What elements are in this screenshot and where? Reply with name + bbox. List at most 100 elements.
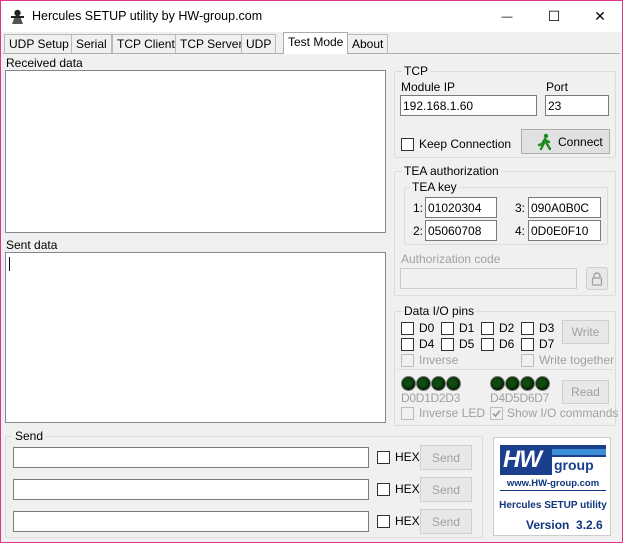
tea-group-title: TEA authorization: [402, 164, 501, 178]
pin-d0-label: D0: [419, 321, 435, 335]
sent-data-label: Sent data: [6, 238, 58, 252]
send-group-title: Send: [13, 429, 46, 443]
logo-product: Hercules SETUP utility: [499, 500, 607, 511]
keep-connection-label: Keep Connection: [419, 137, 512, 151]
close-icon: ✕: [594, 8, 606, 24]
module-ip-input[interactable]: 192.168.1.60: [400, 95, 537, 116]
hex-checkbox-2[interactable]: [377, 483, 390, 496]
led-d5: [505, 376, 520, 391]
tab-tcp-server[interactable]: TCP Server: [175, 34, 248, 53]
pin-d4-checkbox[interactable]: [401, 338, 414, 351]
pin-d3-label: D3: [539, 321, 555, 335]
hw-group-logo: HW group: [500, 445, 606, 475]
led-labels-d0-d3: D0D1D2D3: [401, 391, 460, 405]
tab-about[interactable]: About: [347, 34, 389, 53]
connect-label: Connect: [558, 134, 603, 149]
port-input[interactable]: 23: [545, 95, 609, 116]
show-io-commands-label: Show I/O commands: [507, 406, 619, 420]
led-d3: [446, 376, 461, 391]
led-d2: [431, 376, 446, 391]
tea-key1-label: 1:: [413, 201, 424, 215]
app-window: Hercules SETUP utility by HW-group.com —…: [0, 0, 623, 543]
tea-key4-input[interactable]: 0D0E0F10: [528, 220, 601, 241]
tab-bar: UDP Setup Serial TCP Client TCP Server U…: [1, 32, 622, 54]
close-button[interactable]: ✕: [577, 1, 623, 32]
tab-serial[interactable]: Serial: [71, 34, 112, 53]
logo-version-number: 3.2.6: [576, 518, 603, 532]
read-button[interactable]: Read: [562, 380, 609, 404]
pin-d3-checkbox[interactable]: [521, 322, 534, 335]
tcp-group-title: TCP: [402, 64, 430, 78]
send-button-3[interactable]: Send: [420, 509, 472, 534]
received-data-label: Received data: [6, 56, 83, 70]
tea-key1-input[interactable]: 01020304: [425, 197, 497, 218]
lock-icon: [591, 271, 603, 286]
inverse-led-label: Inverse LED: [419, 406, 486, 420]
sent-data-area[interactable]: [5, 252, 386, 423]
window-title: Hercules SETUP utility by HW-group.com: [32, 9, 263, 23]
text-caret: [9, 257, 10, 271]
maximize-button[interactable]: ☐: [531, 1, 577, 32]
received-data-area[interactable]: [5, 70, 386, 233]
tab-udp-setup[interactable]: UDP Setup: [4, 34, 74, 53]
write-together-checkbox[interactable]: [521, 354, 534, 367]
hex-label-2: HEX: [395, 482, 420, 496]
hex-checkbox-1[interactable]: [377, 451, 390, 464]
tea-key4-label: 4:: [515, 224, 526, 238]
send-input-1[interactable]: [13, 447, 369, 468]
tab-test-mode[interactable]: Test Mode: [283, 32, 349, 54]
pin-d2-checkbox[interactable]: [481, 322, 494, 335]
port-label: Port: [546, 80, 569, 94]
tab-udp[interactable]: UDP: [241, 34, 277, 53]
inverse-checkbox[interactable]: [401, 354, 414, 367]
send-button-2[interactable]: Send: [420, 477, 472, 502]
tea-key2-input[interactable]: 05060708: [425, 220, 497, 241]
hex-label-1: HEX: [395, 450, 420, 464]
checkmark-icon: [492, 409, 501, 418]
data-io-group-title: Data I/O pins: [402, 304, 477, 318]
title-bar: Hercules SETUP utility by HW-group.com —…: [1, 1, 622, 32]
authorization-lock-button[interactable]: [586, 267, 608, 290]
tea-key-title: TEA key: [410, 180, 459, 194]
hex-checkbox-3[interactable]: [377, 515, 390, 528]
pin-d5-checkbox[interactable]: [441, 338, 454, 351]
minimize-button[interactable]: —: [484, 1, 530, 32]
hex-label-3: HEX: [395, 514, 420, 528]
module-ip-label: Module IP: [401, 80, 456, 94]
logo-version-label: Version: [526, 518, 570, 532]
pin-d7-checkbox[interactable]: [521, 338, 534, 351]
logo-group-text: group: [552, 457, 606, 475]
keep-connection-checkbox[interactable]: [401, 138, 414, 151]
pin-d2-label: D2: [499, 321, 515, 335]
pin-d6-checkbox[interactable]: [481, 338, 494, 351]
tab-tcp-client[interactable]: TCP Client: [112, 34, 180, 53]
pin-d7-label: D7: [539, 337, 555, 351]
logo-accent-bar: [552, 449, 606, 455]
led-d7: [535, 376, 550, 391]
tea-key2-label: 2:: [413, 224, 424, 238]
hercules-app-icon: [11, 9, 24, 24]
running-man-icon: [537, 133, 552, 150]
inverse-label: Inverse: [419, 353, 459, 367]
send-input-2[interactable]: [13, 479, 369, 500]
pin-d1-label: D1: [459, 321, 475, 335]
pin-d4-label: D4: [419, 337, 435, 351]
authorization-code-input[interactable]: [400, 268, 577, 289]
pin-d1-checkbox[interactable]: [441, 322, 454, 335]
inverse-led-checkbox[interactable]: [401, 407, 414, 420]
logo-hw-text: HW: [503, 446, 542, 473]
led-labels-d4-d7: D4D5D6D7: [490, 391, 549, 405]
tea-key3-label: 3:: [515, 201, 526, 215]
write-button[interactable]: Write: [562, 320, 609, 344]
io-divider: [397, 369, 613, 370]
led-d1: [416, 376, 431, 391]
led-d0: [401, 376, 416, 391]
show-io-commands-checkbox[interactable]: [490, 407, 503, 420]
send-button-1[interactable]: Send: [420, 445, 472, 470]
logo-url: www.HW-group.com: [500, 478, 606, 491]
send-input-3[interactable]: [13, 511, 369, 532]
connect-button[interactable]: Connect: [521, 129, 610, 154]
pin-d0-checkbox[interactable]: [401, 322, 414, 335]
tea-key3-input[interactable]: 090A0B0C: [528, 197, 601, 218]
authorization-code-label: Authorization code: [401, 252, 501, 266]
